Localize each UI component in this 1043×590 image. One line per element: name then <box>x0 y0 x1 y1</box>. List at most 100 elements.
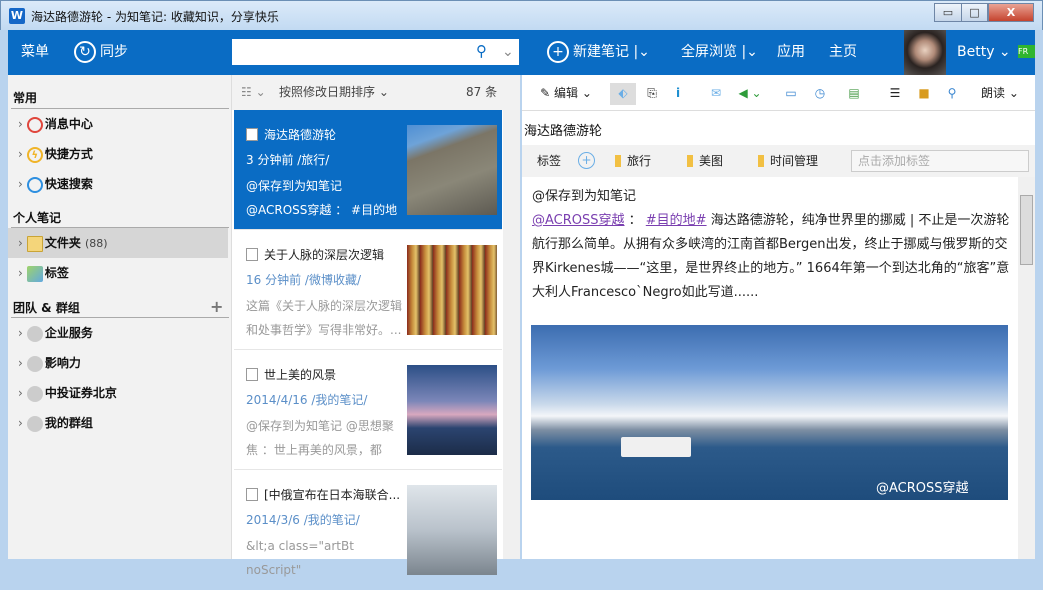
note-title: 关于人脉的深层次逻辑 <box>264 248 385 262</box>
note-photo: @ACROSS穿越 <box>531 325 1008 500</box>
sidebar-item-group[interactable]: › 我的群组 <box>8 408 228 438</box>
share-icon[interactable]: ◀ ⌄ <box>734 83 766 105</box>
tag-chip[interactable]: 时间管理 <box>758 145 818 177</box>
note-item[interactable]: 海达路德游轮 3 分钟前 /旅行/ @保存到为知笔记 @ACROSS穿越 ： #… <box>234 110 502 230</box>
editor-toolbar: ✎ 编辑 ⌄ ⬖ ⎘ i ✉ ◀ ⌄ ▭ ◷ ▤ ☰ ■ ⚲ 朗读 ⌄ <box>522 75 1035 111</box>
sidebar-item-group[interactable]: › 中投证券北京 <box>8 378 228 408</box>
note-snippet: 这篇《关于人脉的深层次逻辑和处事哲学》写得非常好。... <box>246 299 403 337</box>
note-thumbnail <box>407 365 497 455</box>
note-item[interactable]: 世上美的风景 2014/4/16 /我的笔记/ @保存到为知笔记 @思想聚焦 ：… <box>234 350 502 470</box>
tag-chip[interactable]: 旅行 <box>615 145 651 177</box>
search-icon[interactable]: ⚲ <box>476 42 487 60</box>
section-title: 个人笔记 <box>13 211 62 225</box>
note-list: ☷ ⌄ 按照修改日期排序 ⌄ 87 条 海达路德游轮 3 分钟前 /旅行/ @保… <box>232 75 520 577</box>
note-item[interactable]: [中俄宣布在日本海联合... 2014/3/6 /我的笔记/ &lt;a cla… <box>234 470 502 590</box>
note-snippet: @保存到为知笔记 @思想聚焦 ：世上再美的风景，都不... <box>246 419 394 457</box>
note-item[interactable]: 关于人脉的深层次逻辑 16 分钟前 /微博收藏/ 这篇《关于人脉的深层次逻辑和处… <box>234 230 502 350</box>
label: 消息中心 <box>44 117 93 131</box>
edit-label: 编辑 <box>554 86 579 100</box>
group-icon <box>26 355 43 372</box>
group-icon <box>26 325 43 342</box>
menu-button[interactable]: 菜单 <box>21 30 49 75</box>
quick-search-icon <box>26 176 43 193</box>
document-icon <box>246 368 258 381</box>
tag-bar: 标签 + 旅行 美图 时间管理 点击添加标签 <box>522 145 1035 177</box>
plugin-icon[interactable]: ■ <box>914 83 934 105</box>
note-editor: ✎ 编辑 ⌄ ⬖ ⎘ i ✉ ◀ ⌄ ▭ ◷ ▤ ☰ ■ ⚲ 朗读 ⌄ 海达路德… <box>522 75 1035 559</box>
edit-button[interactable]: ✎ 编辑 ⌄ <box>532 83 600 105</box>
sort-label: 按照修改日期排序 <box>279 85 376 99</box>
sidebar-item-messages[interactable]: › 消息中心 <box>8 109 228 139</box>
chevron-down-icon[interactable]: |⌄ <box>633 44 649 60</box>
new-note-button[interactable]: + 新建笔记 |⌄ <box>547 30 650 75</box>
view-mode-icon[interactable]: ☷ ⌄ <box>241 75 266 110</box>
colon: ： <box>624 213 646 228</box>
document-icon <box>246 488 258 501</box>
message-icon <box>26 116 43 133</box>
sidebar-item-group[interactable]: › 影响力 <box>8 348 228 378</box>
sync-button[interactable]: ↻ 同步 <box>74 30 128 75</box>
window-title: 海达路德游轮 - 为知笔记: 收藏知识，分享快乐 <box>31 10 279 24</box>
label: 我的群组 <box>44 416 93 430</box>
user-name: Betty <box>957 44 995 60</box>
zoom-icon[interactable]: ⚲ <box>942 83 962 105</box>
sort-dropdown[interactable]: 按照修改日期排序 ⌄ <box>279 75 389 110</box>
tag-icon[interactable]: ⬖ <box>610 83 636 105</box>
comment-icon[interactable]: ▭ <box>780 83 802 105</box>
list-scrollbar[interactable] <box>503 110 520 559</box>
sidebar: 常用 › 消息中心 › ϟ 快捷方式 › 快速搜索 个人笔记 › 文件夹 (88) › 标签… <box>8 75 232 559</box>
list-header: ☷ ⌄ 按照修改日期排序 ⌄ 87 条 <box>232 75 520 110</box>
document-icon <box>246 248 258 261</box>
apps-button[interactable]: 应用 <box>777 30 805 75</box>
search-box: ⚲ ⌄ <box>232 39 519 65</box>
note-title: 世上美的风景 <box>264 368 337 382</box>
label: 影响力 <box>44 356 81 370</box>
hashtag-link[interactable]: #目的地# <box>646 213 707 228</box>
note-meta: 3 分钟前 /旅行/ <box>246 153 330 167</box>
note-body[interactable]: @保存到为知笔记 @ACROSS穿越 ： #目的地# 海达路德游轮，纯净世界里的… <box>532 185 1017 305</box>
avatar[interactable] <box>904 30 946 75</box>
search-input[interactable] <box>232 39 472 65</box>
sidebar-item-shortcuts[interactable]: › ϟ 快捷方式 <box>8 139 228 169</box>
search-dropdown-icon[interactable]: ⌄ <box>502 44 514 60</box>
add-group-icon[interactable]: + <box>210 297 223 316</box>
sidebar-item-tags[interactable]: › 标签 <box>8 258 228 288</box>
mention-link[interactable]: @ACROSS穿越 <box>532 213 625 228</box>
info-icon[interactable]: i <box>668 83 688 105</box>
outline-icon[interactable]: ☰ <box>884 83 906 105</box>
note-snippet: @保存到为知笔记 @ACROSS穿越 ： #目的地# 海达路... <box>246 179 398 217</box>
boat-shape <box>621 437 691 457</box>
fullscreen-label: 全屏浏览 <box>681 44 737 60</box>
attachment-icon[interactable]: ⎘ <box>642 83 662 105</box>
clock-icon[interactable]: ◷ <box>810 83 830 105</box>
fullscreen-button[interactable]: 全屏浏览 |⌄ <box>681 30 758 75</box>
folder-icon <box>26 235 43 252</box>
sidebar-item-quick-search[interactable]: › 快速搜索 <box>8 169 228 199</box>
tag-chip[interactable]: 美图 <box>687 145 723 177</box>
sidebar-item-group[interactable]: › 企业服务 <box>8 318 228 348</box>
add-tag-icon[interactable]: + <box>578 152 595 169</box>
label: 快速搜索 <box>44 177 93 191</box>
body-line: @保存到为知笔记 <box>532 189 637 204</box>
label: 企业服务 <box>44 326 93 340</box>
minimize-button[interactable]: ▭ <box>934 3 962 22</box>
note-title-field[interactable]: 海达路德游轮 <box>524 120 602 139</box>
delete-icon[interactable]: ▤ <box>844 83 864 105</box>
scroll-thumb[interactable] <box>1020 195 1033 265</box>
editor-scrollbar[interactable] <box>1018 177 1035 559</box>
chevron-down-icon[interactable]: |⌄ <box>741 44 757 60</box>
note-meta: 2014/3/6 /我的笔记/ <box>246 513 360 527</box>
home-button[interactable]: 主页 <box>829 30 857 75</box>
tag-icon <box>26 265 43 282</box>
close-button[interactable]: X <box>988 3 1034 22</box>
add-tag-input[interactable]: 点击添加标签 <box>851 150 1029 172</box>
email-icon[interactable]: ✉ <box>705 83 727 105</box>
document-icon <box>246 128 258 141</box>
new-note-label: 新建笔记 <box>573 44 629 60</box>
user-menu[interactable]: Betty ⌄ <box>957 30 1011 75</box>
note-thumbnail <box>407 245 497 335</box>
maximize-button[interactable]: □ <box>961 3 988 22</box>
read-aloud-button[interactable]: 朗读 ⌄ <box>978 83 1022 105</box>
sidebar-item-folders[interactable]: › 文件夹 (88) <box>8 228 228 258</box>
main-toolbar: 菜单 ↻ 同步 ⚲ ⌄ + 新建笔记 |⌄ 全屏浏览 |⌄ 应用 主页 Betty … <box>8 30 1035 75</box>
